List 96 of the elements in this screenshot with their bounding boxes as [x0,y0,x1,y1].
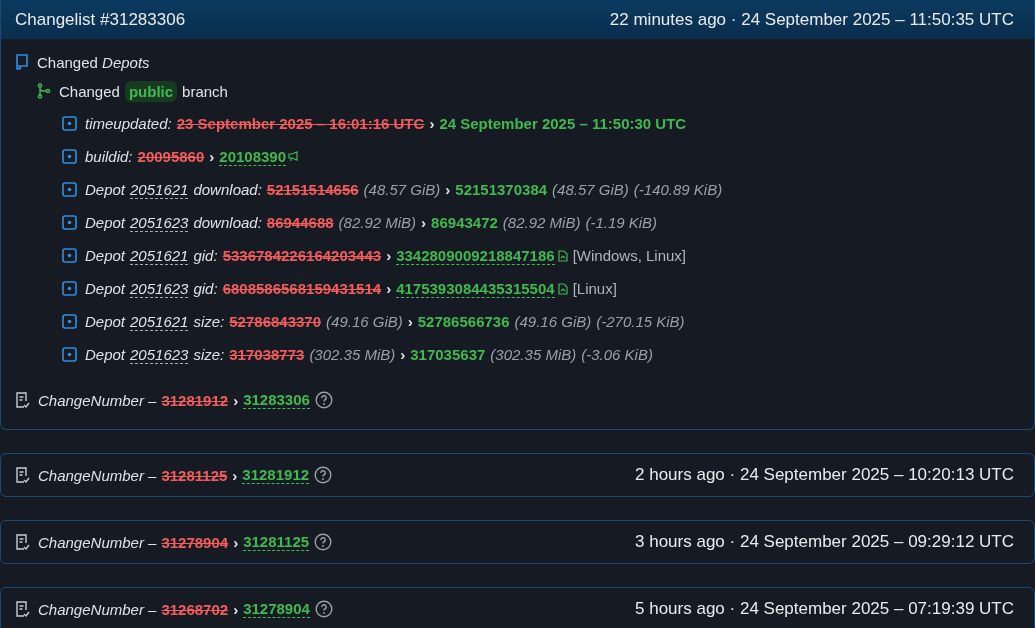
branch-prefix: Changed [59,82,120,100]
old-value: 52151514656 [266,181,359,198]
change-number-label: ChangeNumber – [38,391,157,409]
depot-link[interactable]: 2051621 [130,312,189,331]
new-size: (82.92 MiB) [502,214,581,231]
checklist-icon [15,600,30,618]
old-value: 23 September 2025 – 16:01:16 UTC [176,115,425,132]
depot-label: Depot [85,313,126,330]
bookmark-icon [15,54,29,70]
old-value: 31281125 [161,466,228,484]
depot-label: Depot [85,247,126,264]
document-icon[interactable] [556,249,568,262]
document-icon[interactable] [556,282,568,295]
branch-suffix: branch [182,82,228,100]
new-size: (48.57 GiB) [552,181,629,198]
help-icon[interactable] [314,466,333,484]
new-size: (302.35 MiB) [490,346,577,363]
changelist-time: 3 hours ago · 24 September 2025 – 09:29:12 UTC [635,532,1014,552]
new-value-link[interactable]: 31281125 [243,533,310,551]
change-key: buildid: [85,148,133,165]
new-value-link[interactable]: 4175393084435315504 [396,279,555,298]
change-number-label: ChangeNumber – [38,466,157,484]
depot-label: Depot [85,214,126,231]
section-label: Changed Depots [37,53,150,71]
old-value: 31281912 [161,391,229,409]
branch-icon [37,83,51,99]
arrow-sign: › [233,391,239,409]
new-value: 24 September 2025 – 11:50:30 UTC [439,115,687,132]
megaphone-icon[interactable] [288,151,300,162]
size-difference: (-140.89 KiB) [633,181,723,198]
arrow-sign: › [400,346,406,363]
old-value: 5336784226164203443 [222,247,382,264]
changelist-title: Changelist #31283306 [15,9,186,30]
change-number-label: ChangeNumber – [38,600,157,618]
arrow-sign: › [429,115,435,132]
change-key: size: [193,346,225,363]
new-value-link[interactable]: 31283306 [243,391,310,409]
new-value-link[interactable]: 20108390 [219,147,287,166]
new-value-link[interactable]: 31278904 [243,600,310,618]
help-icon[interactable] [314,391,333,409]
old-size: (302.35 MiB) [309,346,396,363]
old-value: 31278904 [161,533,229,551]
new-value: 52151370384 [455,181,548,198]
new-value: 52786566736 [417,313,510,330]
new-value: 86943472 [431,214,498,231]
change-key: gid: [193,280,218,297]
change-key: timeupdated: [85,115,172,132]
arrow-sign: › [386,247,392,264]
depot-link[interactable]: 2051623 [130,345,189,364]
help-icon[interactable] [314,533,333,551]
depot-link[interactable]: 2051623 [130,279,189,298]
new-size: (49.16 GiB) [514,313,592,330]
arrow-sign: › [445,181,451,198]
depot-link[interactable]: 2051621 [130,246,189,265]
depot-label: Depot [85,181,126,198]
depot-link[interactable]: 2051623 [130,213,189,232]
changelist-time: 22 minutes ago · 24 September 2025 – 11:50:35 UTC [609,9,1014,30]
size-difference: (-270.15 KiB) [596,313,685,330]
changelist-time: 5 hours ago · 24 September 2025 – 07:19:39 UTC [635,599,1014,619]
arrow-sign: › [232,466,238,484]
size-difference: (-1.19 KiB) [585,214,658,231]
arrow-sign: › [233,533,239,551]
new-value-link[interactable]: 3342809009218847186 [396,246,555,265]
checklist-icon [15,391,30,409]
platforms-text: [Windows, Linux] [572,247,687,264]
old-value: 52786843370 [229,313,322,330]
arrow-sign: › [421,214,427,231]
arrow-sign: › [233,600,239,618]
old-size: (48.57 GiB) [363,181,441,198]
old-value: 86944688 [266,214,334,231]
checklist-icon [15,533,30,551]
branch-tag: public [124,80,178,102]
changelist-time: 2 hours ago · 24 September 2025 – 10:20:13 UTC [635,465,1014,485]
arrow-sign: › [407,313,413,330]
change-key: download: [193,214,262,231]
arrow-sign: › [209,148,215,165]
change-number-label: ChangeNumber – [38,533,157,551]
old-size: (49.16 GiB) [326,313,403,330]
checklist-icon [15,466,30,484]
old-value: 20095860 [137,148,205,165]
new-value-link[interactable]: 31281912 [242,466,310,484]
old-value: 31268702 [161,600,229,618]
change-key: gid: [193,247,218,264]
old-size: (82.92 MiB) [338,214,417,231]
size-difference: (-3.06 KiB) [581,346,653,363]
depot-label: Depot [85,346,126,363]
platforms-text: [Linux] [572,280,617,297]
depot-label: Depot [85,280,126,297]
depot-link[interactable]: 2051621 [130,180,189,199]
new-value: 317035637 [410,346,486,363]
help-icon[interactable] [314,600,333,618]
old-value: 6808586568159431514 [222,280,382,297]
change-key: size: [193,313,225,330]
change-key: download: [193,181,262,198]
old-value: 317038773 [229,346,305,363]
arrow-sign: › [386,280,392,297]
